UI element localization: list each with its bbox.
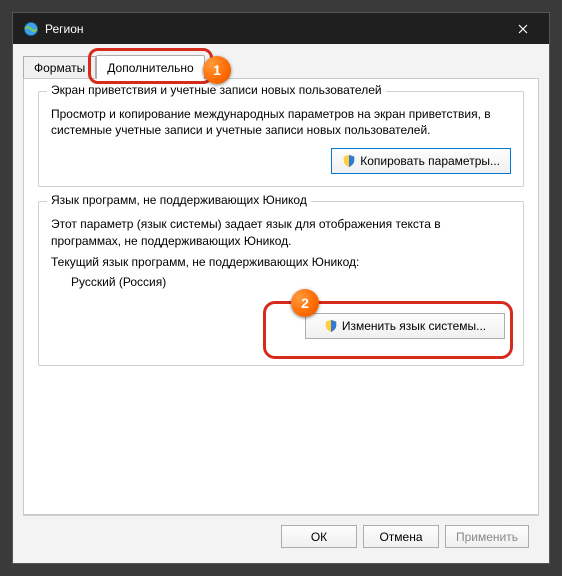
shield-icon: [342, 154, 356, 168]
copy-settings-button[interactable]: Копировать параметры...: [331, 148, 511, 174]
group-welcome-screen: Экран приветствия и учетные записи новых…: [38, 91, 524, 187]
shield-icon: [324, 319, 338, 333]
tab-strip: Форматы Дополнительно 1: [23, 54, 539, 78]
dialog-footer: ОК Отмена Применить: [23, 515, 539, 557]
apply-button[interactable]: Применить: [445, 525, 529, 548]
tab-panel-advanced: Экран приветствия и учетные записи новых…: [23, 78, 539, 515]
current-lang-label: Текущий язык программ, не поддерживающих…: [51, 255, 511, 269]
ok-button[interactable]: ОК: [281, 525, 357, 548]
cancel-button[interactable]: Отмена: [363, 525, 439, 548]
close-button[interactable]: [501, 13, 545, 44]
change-system-locale-label: Изменить язык системы...: [342, 319, 486, 333]
titlebar: Регион: [13, 13, 549, 44]
copy-settings-label: Копировать параметры...: [360, 154, 500, 168]
group-welcome-desc: Просмотр и копирование международных пар…: [51, 106, 511, 138]
group-non-unicode-desc: Этот параметр (язык системы) задает язык…: [51, 216, 511, 248]
close-icon: [518, 24, 528, 34]
tab-advanced-label: Дополнительно: [107, 61, 193, 75]
change-system-locale-button[interactable]: Изменить язык системы...: [305, 313, 505, 339]
tab-formats[interactable]: Форматы: [23, 56, 96, 78]
annotation-badge-1: 1: [203, 56, 231, 84]
annotation-badge-2: 2: [291, 289, 319, 317]
tab-formats-label: Форматы: [34, 61, 85, 75]
client-area: Форматы Дополнительно 1 Экран приветстви…: [13, 44, 549, 563]
region-dialog: Регион Форматы Дополнительно 1 Экран при…: [12, 12, 550, 564]
current-lang-value: Русский (Россия): [71, 275, 511, 289]
group-non-unicode: Язык программ, не поддерживающих Юникод …: [38, 201, 524, 365]
group-welcome-title: Экран приветствия и учетные записи новых…: [47, 83, 386, 97]
tab-advanced[interactable]: Дополнительно: [96, 55, 204, 79]
group-non-unicode-title: Язык программ, не поддерживающих Юникод: [47, 193, 311, 207]
window-title: Регион: [45, 22, 501, 36]
globe-icon: [23, 21, 39, 37]
